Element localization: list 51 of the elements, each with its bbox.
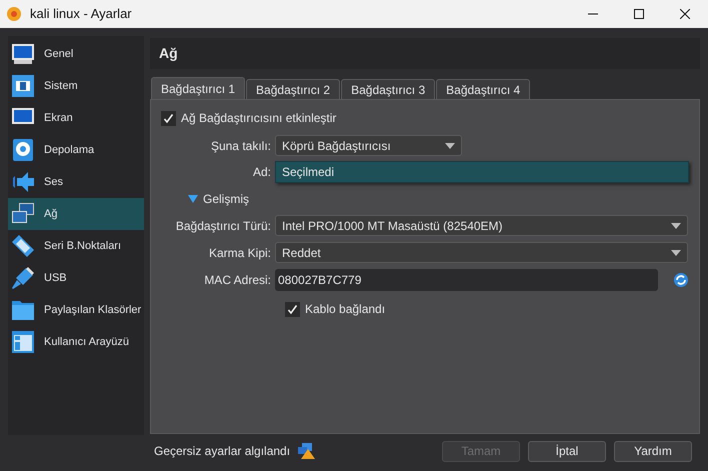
usb-icon [11,266,35,290]
caret-icon [671,222,681,228]
advanced-toggle[interactable]: Gelişmiş [188,191,250,207]
checkbox-label: Ağ Bağdaştırıcısını etkinleştir [181,110,336,127]
monitor-icon [11,42,35,66]
sidebar-item[interactable]: Ekran [8,102,144,134]
tab[interactable]: Bağdaştırıcı 1 [151,77,246,99]
sidebar-item[interactable]: Seri B.Noktaları [8,230,144,262]
tab[interactable]: Bağdaştırıcı 3 [341,79,436,99]
dropdown[interactable]: Reddet [275,242,688,263]
sidebar-item[interactable]: Depolama [8,134,144,166]
caret-icon [671,250,681,256]
serial-port-icon [11,234,35,258]
checkbox[interactable] [285,302,300,316]
sidebar-item[interactable]: Genel [8,38,144,70]
sidebar-item[interactable]: Sistem [8,70,144,102]
close-icon [680,9,690,19]
sidebar-item[interactable]: Ses [8,166,144,198]
maximize-icon [634,9,644,19]
window-title: kali linux - Ayarlar [30,5,132,24]
sidebar-item[interactable]: USB [8,262,144,294]
name-field[interactable]: Seçilmedi [275,161,689,183]
field-label: Bağdaştırıcı Türü: [174,218,272,234]
speaker-icon [11,170,35,194]
checkbox[interactable] [161,110,176,126]
dropdown[interactable]: Intel PRO/1000 MT Masaüstü (82540EM) [275,215,688,236]
mac-field[interactable]: 080027B7C779 [275,269,658,291]
status-message: Geçersiz ayarlar algılandı [154,443,290,460]
dialog-button[interactable]: İptal [528,440,606,462]
sidebar-item[interactable]: Ağ [8,198,144,230]
dialog-button[interactable]: Yardım [614,440,692,462]
field-label: MAC Adresi: [203,272,272,289]
warning-icon [298,443,316,459]
app-logo-icon [6,6,22,22]
checkbox-label: Kablo bağlandı [305,301,386,318]
field-label: Şuna takılı: [210,138,272,154]
sidebar-item[interactable]: Paylaşılan Klasörler [8,294,144,326]
chip-icon [11,74,35,98]
folder-icon [11,298,35,322]
caret-icon [445,142,455,148]
tab[interactable]: Bağdaştırıcı 4 [436,79,530,99]
sidebar-item[interactable]: Kullanıcı Arayüzü [8,326,144,358]
dropdown[interactable]: Köprü Bağdaştırıcısı [275,135,462,156]
tab[interactable]: Bağdaştırıcı 2 [246,79,340,99]
window-layout-icon [11,330,35,354]
network-icon [11,202,35,226]
page-title: Ağ [159,44,178,63]
field-label: Ad: [252,164,272,181]
refresh-icon[interactable] [673,272,689,288]
field-label: Karma Kipi: [208,244,272,262]
triangle-icon [188,195,198,203]
